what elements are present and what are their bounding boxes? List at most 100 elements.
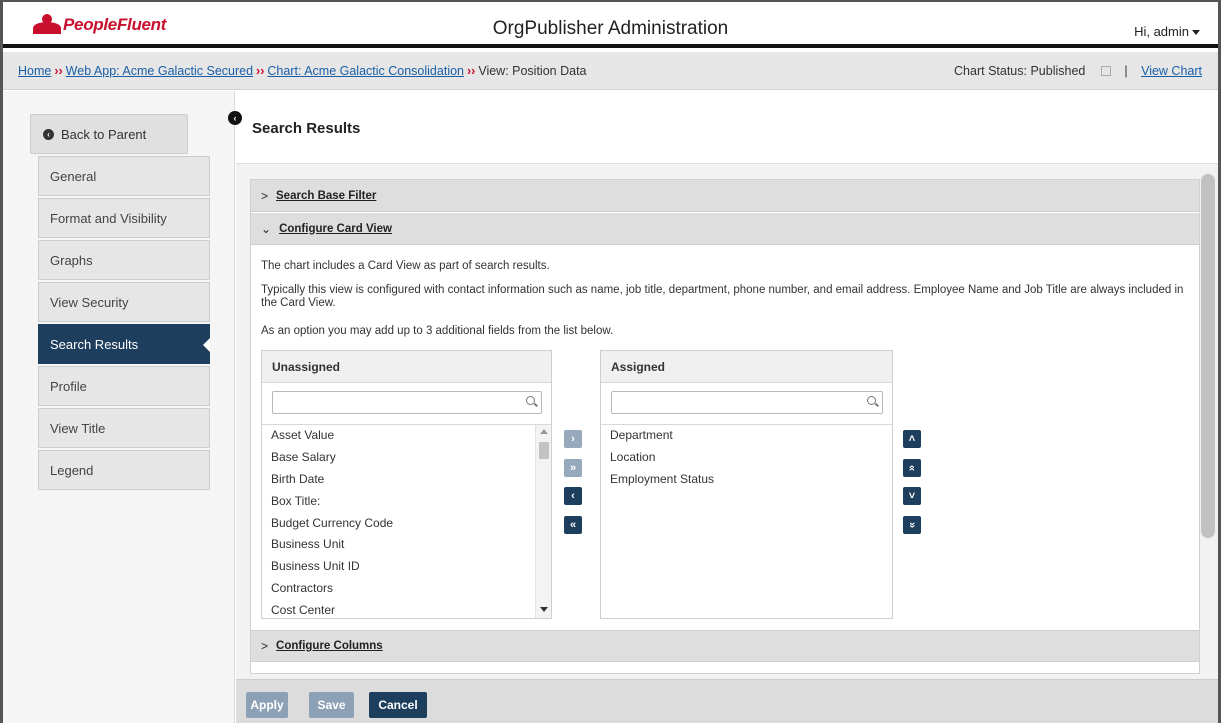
accordion-configure-columns[interactable]: > Configure Columns (251, 630, 1199, 662)
card-view-help-text: Typically this view is configured with c… (261, 284, 1184, 309)
breadcrumb-web-app-link[interactable]: Web App: Acme Galactic Secured (66, 64, 253, 78)
accordion-title: Configure Card View (279, 222, 392, 235)
sidebar-item-label: Search Results (50, 336, 139, 352)
breadcrumb-separator: ›› (256, 64, 265, 78)
sidebar-item-label: Format and Visibility (50, 210, 167, 226)
list-item[interactable]: Location (610, 450, 714, 472)
app-title: OrgPublisher Administration (492, 18, 729, 39)
unassigned-search-field[interactable] (272, 391, 542, 414)
collapse-sidebar-icon[interactable]: ‹ (228, 111, 242, 125)
sidebar-item-legend[interactable]: Legend (38, 450, 210, 490)
sidebar-item-view-security[interactable]: View Security (38, 282, 210, 322)
assigned-list: Assigned Department Location Employment … (600, 350, 893, 619)
caret-down-icon (1192, 30, 1200, 36)
move-left-button[interactable]: ‹ (564, 487, 582, 505)
unassigned-items: Asset Value Base Salary Birth Date Box T… (271, 428, 393, 625)
sidebar-item-label: Profile (50, 378, 87, 394)
chevron-right-icon: > (261, 188, 269, 203)
external-link-icon[interactable] (1100, 66, 1111, 76)
cancel-button[interactable]: Cancel (369, 692, 427, 718)
accordion-title: Configure Columns (276, 640, 383, 652)
scroll-thumb[interactable] (539, 442, 549, 459)
unassigned-scrollbar[interactable] (535, 425, 551, 618)
breadcrumb-separator: ›› (467, 64, 476, 78)
back-to-parent-button[interactable]: ‹ Back to Parent (30, 114, 188, 154)
apply-button[interactable]: Apply (246, 692, 288, 718)
move-right-button[interactable]: › (564, 430, 582, 448)
sidebar: ‹ Back to Parent General Format and Visi… (3, 91, 235, 723)
unassigned-header: Unassigned (262, 351, 551, 383)
list-item[interactable]: Department (610, 428, 714, 450)
card-view-description: The chart includes a Card View as part o… (261, 260, 550, 272)
page-scrollbar[interactable] (1201, 174, 1215, 538)
sidebar-nav: General Format and Visibility Graphs Vie… (38, 156, 210, 492)
accordion-configure-card-view[interactable]: ⌄ Configure Card View (251, 213, 1199, 245)
chevron-down-icon: ˅ (908, 490, 916, 502)
move-all-right-button[interactable]: » (564, 459, 582, 477)
breadcrumb-current-view: View: Position Data (478, 64, 587, 78)
move-to-top-button[interactable]: » (903, 459, 921, 477)
sidebar-item-label: Legend (50, 462, 94, 478)
move-up-button[interactable]: ˄ (903, 430, 921, 448)
chart-status: Chart Status: Published | View Chart (954, 64, 1202, 78)
accordion-search-base-filter[interactable]: > Search Base Filter (251, 180, 1199, 212)
breadcrumb: Home ›› Web App: Acme Galactic Secured ›› Ch… (18, 64, 587, 78)
sidebar-item-graphs[interactable]: Graphs (38, 240, 210, 280)
unassigned-list: Unassigned Asset Value Base Salary Birth… (261, 350, 552, 619)
app-header: PeopleFluent OrgPublisher Administration… (3, 2, 1218, 48)
move-all-left-button[interactable]: « (564, 516, 582, 534)
unassigned-search-input[interactable] (273, 392, 541, 413)
breadcrumb-chart-link[interactable]: Chart: Acme Galactic Consolidation (267, 64, 464, 78)
page-title: Search Results (252, 120, 361, 137)
assigned-search-field[interactable] (611, 391, 883, 414)
chevron-right-icon: > (261, 639, 269, 653)
move-down-button[interactable]: ˅ (903, 487, 921, 505)
user-greeting: Hi, admin (1134, 24, 1189, 39)
list-item[interactable]: Contractors (271, 581, 393, 603)
assigned-header: Assigned (601, 351, 892, 383)
sidebar-item-search-results[interactable]: Search Results (38, 324, 210, 364)
assigned-search-input[interactable] (612, 392, 882, 413)
card-view-limit-text: As an option you may add up to 3 additio… (261, 325, 614, 337)
double-chevron-down-icon: » (906, 521, 918, 529)
settings-panel: > Search Base Filter ⌄ Configure Card Vi… (250, 179, 1200, 674)
sidebar-item-profile[interactable]: Profile (38, 366, 210, 406)
chevron-down-icon: ⌄ (261, 221, 272, 236)
sidebar-item-general[interactable]: General (38, 156, 210, 196)
scroll-down-icon[interactable] (540, 607, 548, 612)
list-item[interactable]: Cost Center (271, 603, 393, 625)
view-chart-link[interactable]: View Chart (1141, 64, 1202, 78)
list-item[interactable]: Business Unit (271, 537, 393, 559)
accordion-title: Search Base Filter (276, 189, 377, 202)
chevron-left-circle-icon: ‹ (43, 128, 54, 140)
list-item[interactable]: Business Unit ID (271, 559, 393, 581)
move-to-bottom-button[interactable]: » (903, 516, 921, 534)
status-divider: | (1124, 64, 1128, 78)
chevron-up-icon: ˄ (908, 433, 916, 445)
list-item[interactable]: Budget Currency Code (271, 516, 393, 538)
breadcrumb-bar: Home ›› Web App: Acme Galactic Secured ›› Ch… (3, 52, 1218, 90)
list-item[interactable]: Asset Value (271, 428, 393, 450)
sidebar-item-label: Graphs (50, 252, 93, 268)
sidebar-item-label: View Title (50, 420, 106, 436)
assigned-items: Department Location Employment Status (610, 428, 714, 494)
breadcrumb-separator: ›› (54, 64, 63, 78)
search-icon (526, 396, 535, 405)
sidebar-item-format-and-visibility[interactable]: Format and Visibility (38, 198, 210, 238)
double-chevron-up-icon: » (906, 464, 918, 472)
scroll-up-icon[interactable] (540, 429, 548, 434)
breadcrumb-home-link[interactable]: Home (18, 64, 51, 78)
user-menu[interactable]: Hi, admin (1134, 24, 1200, 39)
list-item[interactable]: Box Title: (271, 494, 393, 516)
main-content: > Search Base Filter ⌄ Configure Card Vi… (236, 164, 1218, 723)
save-button[interactable]: Save (309, 692, 354, 718)
list-item[interactable]: Base Salary (271, 450, 393, 472)
chart-status-label: Chart Status: (954, 64, 1027, 78)
footer-actions: Apply Save Cancel (236, 679, 1218, 723)
sidebar-item-label: View Security (50, 294, 129, 310)
sidebar-item-view-title[interactable]: View Title (38, 408, 210, 448)
list-item[interactable]: Employment Status (610, 472, 714, 494)
list-item[interactable]: Birth Date (271, 472, 393, 494)
sidebar-item-label: General (50, 168, 97, 184)
chart-status-value: Published (1030, 64, 1086, 78)
